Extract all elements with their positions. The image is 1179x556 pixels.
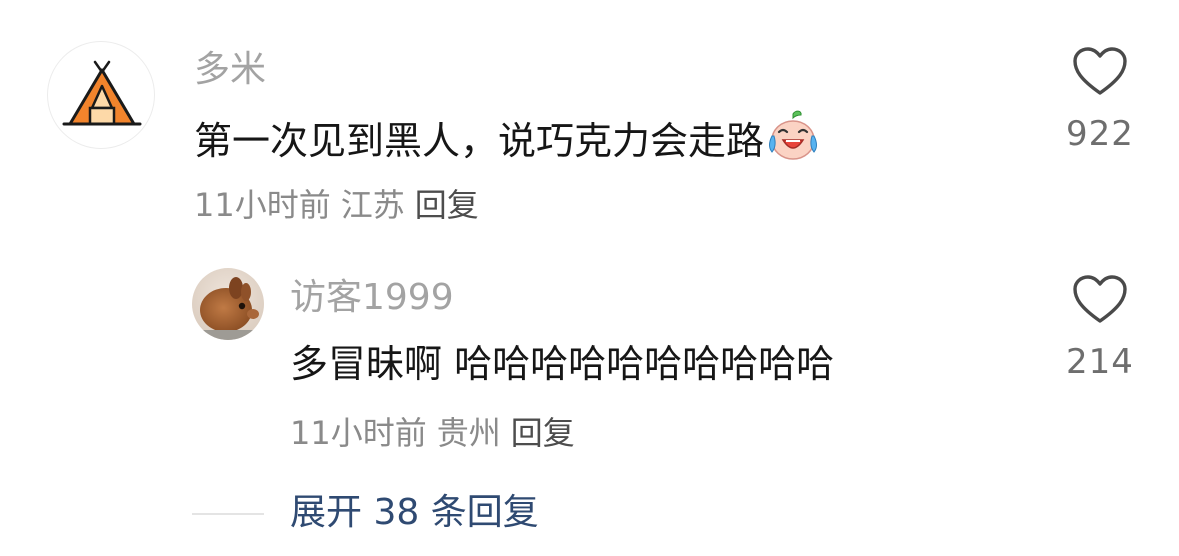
heart-icon[interactable] — [1072, 274, 1128, 326]
reply-location: 贵州 — [436, 414, 501, 452]
reply-user-avatar[interactable] — [192, 268, 264, 340]
divider — [192, 513, 264, 515]
comment-text-body: 第一次见到黑人，说巧克力会走路 — [194, 119, 765, 163]
comment-text: 第一次见到黑人，说巧克力会走路 — [194, 110, 820, 165]
reply-like-count: 214 — [1066, 342, 1134, 382]
reply-username[interactable]: 访客1999 — [290, 276, 454, 320]
comment-location: 江苏 — [340, 186, 405, 224]
comment-time: 11小时前 — [194, 186, 331, 224]
reply-reply-button[interactable]: 回复 — [511, 414, 575, 452]
laugh-cry-emoji — [769, 110, 818, 160]
reply-button[interactable]: 回复 — [415, 186, 479, 224]
reply-meta: 11小时前 贵州 回复 — [290, 412, 585, 454]
reply-time: 11小时前 — [290, 414, 427, 452]
heart-icon[interactable] — [1072, 46, 1128, 98]
reply-text: 多冒昧啊 哈哈哈哈哈哈哈哈哈哈 — [290, 342, 835, 386]
user-avatar[interactable] — [47, 41, 155, 149]
reply-like: 214 — [1064, 274, 1136, 382]
brown-animal-avatar — [192, 268, 264, 340]
comment-like: 922 — [1064, 46, 1136, 154]
comment-meta: 11小时前 江苏 回复 — [194, 184, 489, 226]
like-count: 922 — [1066, 114, 1134, 154]
tent-icon — [62, 60, 142, 126]
comment-username[interactable]: 多米 — [194, 48, 266, 92]
comment-thread: 多米 第一次见到黑人，说巧克力会走路 11小时前 江苏 回复 922 访客199… — [0, 0, 1179, 556]
expand-replies-button[interactable]: 展开 38 条回复 — [290, 490, 539, 536]
